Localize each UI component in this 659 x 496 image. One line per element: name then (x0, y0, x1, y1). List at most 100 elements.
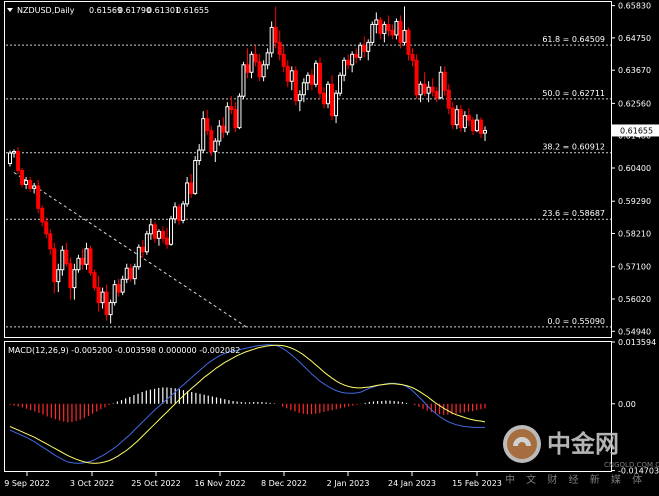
trading-chart[interactable]: 61.8 = 0.64509 50.0 = 0.62711 38.2 = 0.609… (0, 0, 659, 496)
candle-bull (474, 119, 479, 132)
candle-bear (164, 237, 169, 245)
candle-bear (245, 64, 250, 73)
price-tick-label: 0.57100 (618, 263, 651, 272)
price-tick-label: 0.60400 (618, 164, 651, 173)
price-tick-label: 0.54940 (618, 327, 651, 336)
candle-bull (225, 106, 230, 133)
candle-bear (321, 92, 326, 105)
candle-bear (233, 109, 238, 129)
candle-bear (277, 41, 282, 55)
candle-bull (350, 53, 355, 66)
candle-bear (209, 130, 214, 153)
candle-bull (462, 115, 467, 129)
fib-level-label: 61.8 = 0.64509 (542, 35, 605, 44)
candle-bull (241, 64, 246, 97)
candle-bear (140, 246, 145, 253)
candle-bear (442, 71, 447, 91)
candle-bull (483, 129, 487, 134)
candle-bull (213, 140, 218, 153)
candle-bear (48, 233, 53, 250)
candle-bear (20, 169, 25, 185)
candle-bull (181, 203, 186, 221)
price-tick-label: 0.58210 (618, 230, 651, 239)
time-tick-label: 9 Sep 2022 (4, 479, 50, 488)
price-tick-label: 0.63670 (618, 66, 651, 75)
candle-bull (438, 71, 443, 99)
fib-level-label: 0.0 = 0.55090 (547, 317, 605, 326)
candle-bear (330, 83, 335, 117)
candle-bull (249, 53, 254, 73)
candle-bear (478, 119, 483, 135)
candle-bull (370, 23, 375, 43)
candle-bear (88, 248, 93, 274)
candle-bear (410, 53, 415, 61)
candle-bull (76, 257, 81, 271)
candle-bull (32, 185, 37, 189)
candle-bear (160, 230, 165, 239)
candle-bull (193, 160, 198, 194)
candle-bear (40, 207, 45, 223)
candle-bear (152, 224, 157, 239)
candle-bull (185, 182, 190, 205)
candle-bear (104, 291, 109, 316)
candle-bear (309, 74, 314, 85)
candle-bull (265, 52, 270, 66)
candle-bull (112, 284, 117, 304)
candle-bull (144, 233, 149, 253)
candle-bull (12, 151, 17, 154)
candle-bull (338, 74, 343, 94)
candle-bull (84, 248, 89, 265)
candle-bull (136, 246, 141, 268)
candle-bear (64, 249, 69, 265)
symbol-title: NZDUSD,Daily (17, 6, 75, 15)
symbol-header: NZDUSD,Daily 0.61569 0.61790 0.61301 0.6… (7, 6, 209, 15)
candle-bear (16, 151, 21, 171)
candle-bear (386, 23, 391, 31)
candle-bear (189, 182, 194, 194)
candle-bear (52, 248, 57, 283)
price-tick-label: 0.56020 (618, 295, 651, 304)
macd-title: MACD(12,26,9) -0.005200 -0.003598 0.0000… (8, 346, 240, 355)
candle-bull (60, 249, 65, 271)
candle-bear (44, 221, 49, 235)
candle-bear (354, 53, 359, 58)
candle-bull (72, 269, 77, 289)
candle-bear (414, 59, 419, 96)
candle-bull (418, 83, 423, 96)
watermark-domain: CNGOLD.COM.CN (604, 461, 659, 469)
time-tick-label: 15 Feb 2023 (452, 479, 502, 488)
candle-bull (56, 269, 61, 283)
candle-bear (293, 70, 298, 102)
candle-bear (257, 61, 262, 78)
candle-bull (217, 125, 222, 142)
candle-bear (430, 86, 435, 93)
candle-bull (358, 44, 363, 58)
candle-bull (269, 26, 274, 54)
candle-bull (366, 41, 371, 52)
candle-bull (156, 230, 161, 239)
last-price-label: 0.61655 (620, 126, 653, 135)
fib-level-label: 23.6 = 0.58687 (542, 209, 605, 218)
candle-bull (289, 70, 294, 82)
candle-bull (301, 82, 306, 96)
candle-bear (390, 29, 395, 36)
ohlc-close: 0.61655 (176, 6, 209, 15)
watermark-brand: 中金网 (547, 430, 619, 458)
candle-bull (326, 83, 331, 105)
time-tick-label: 3 Oct 2022 (70, 479, 114, 488)
candle-bull (313, 62, 318, 85)
candle-bear (128, 267, 133, 280)
price-tick-label: 0.59290 (618, 197, 651, 206)
candle-bear (434, 91, 439, 99)
candle-bear (116, 284, 121, 293)
fib-level-label: 38.2 = 0.60912 (542, 143, 605, 152)
price-tick-label: 0.62560 (618, 99, 651, 108)
candle-bear (398, 20, 403, 43)
candle-bull (148, 224, 153, 235)
candle-bear (273, 26, 278, 43)
candle-bear (470, 119, 475, 132)
candle-bear (317, 62, 322, 94)
macd-tick-label: 0.00 (618, 400, 636, 409)
time-tick-label: 2 Jan 2023 (327, 479, 370, 488)
candle-bear (28, 180, 33, 189)
